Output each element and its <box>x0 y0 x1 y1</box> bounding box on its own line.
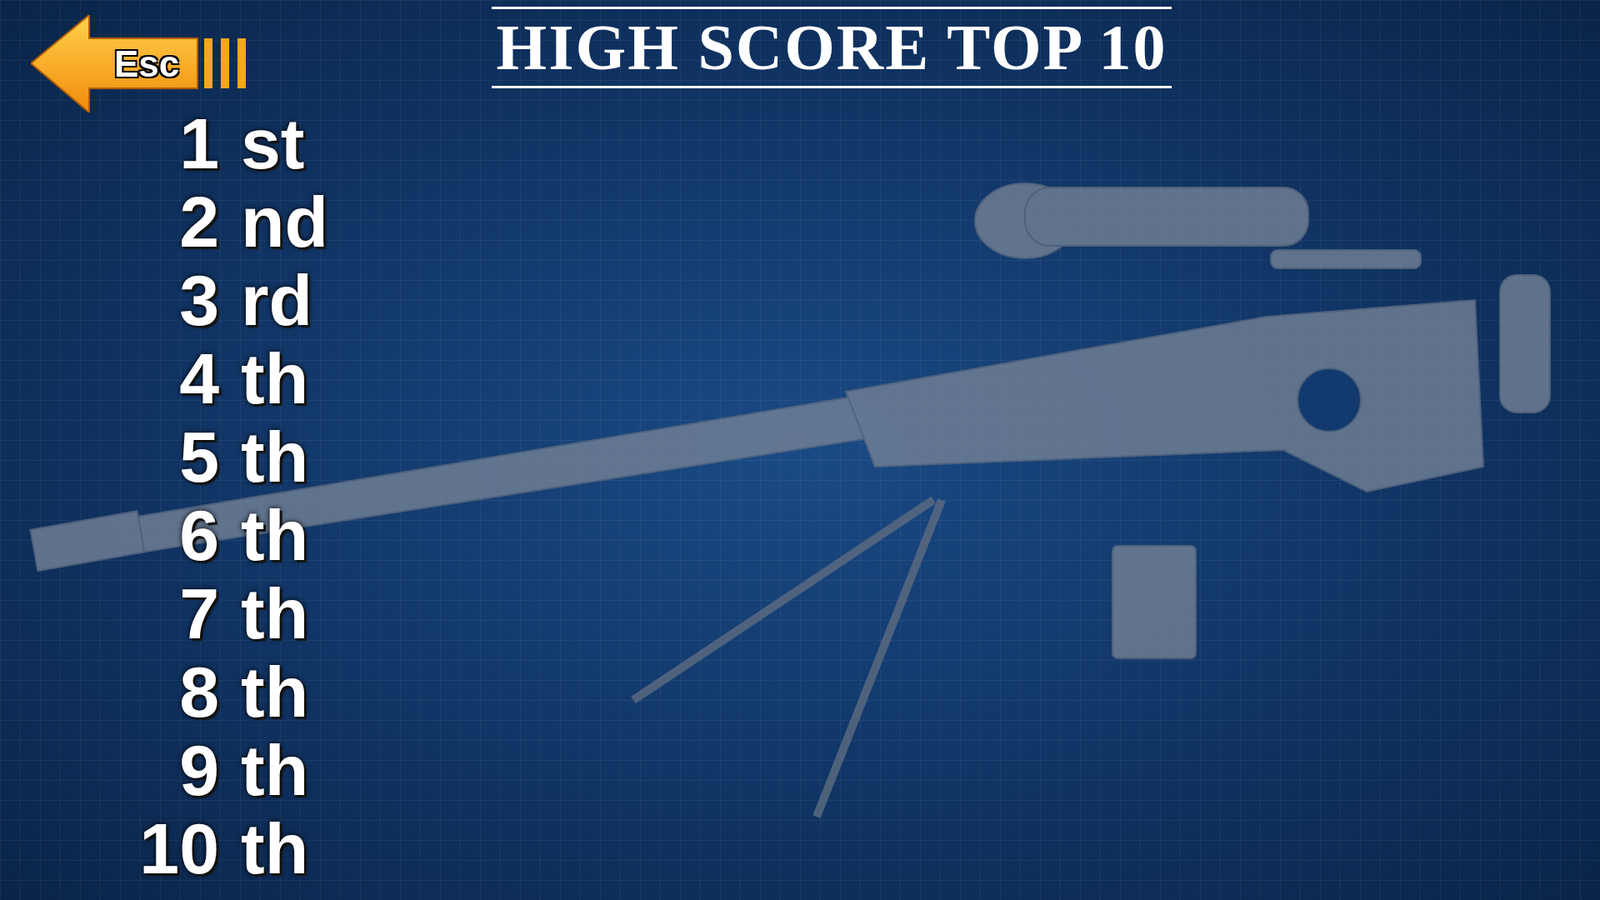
rank-suffix: rd <box>240 260 313 340</box>
page-title: HIGH SCORE TOP 10 <box>496 9 1168 86</box>
rank-row: 2 nd <box>50 182 1600 261</box>
rank-list: 1st2nd3rd4th5th6th7th8th9th10th <box>0 104 1600 888</box>
rank-suffix: th <box>240 809 309 888</box>
rank-row: 5 th <box>50 417 1600 496</box>
back-button[interactable]: Esc <box>30 15 265 113</box>
rank-number: 7 <box>50 574 220 653</box>
rank-row: 3rd <box>50 260 1600 340</box>
title-banner: HIGH SCORE TOP 10 <box>491 6 1173 89</box>
rank-number: 5 <box>50 417 220 496</box>
rank-number: 2 <box>50 182 220 261</box>
rank-suffix: th <box>240 574 309 653</box>
rank-suffix: th <box>240 417 309 496</box>
rank-row: 8 th <box>50 652 1600 731</box>
rank-suffix: st <box>240 104 305 183</box>
rank-suffix: th <box>240 339 309 418</box>
rank-suffix: th <box>240 652 309 731</box>
rank-number: 8 <box>50 652 220 731</box>
back-label: Esc <box>114 43 180 85</box>
rank-number: 4 <box>50 339 220 418</box>
rank-number: 9 <box>50 730 220 810</box>
rank-number: 6 <box>50 495 220 575</box>
blueprint-background-image <box>0 0 1600 900</box>
rank-suffix: th <box>240 730 309 810</box>
rank-number: 10 <box>50 809 220 888</box>
rank-suffix: th <box>240 495 309 575</box>
rank-row: 7 th <box>50 574 1600 653</box>
rank-row: 9th <box>50 730 1600 810</box>
rank-number: 3 <box>50 260 220 340</box>
rank-row: 6th <box>50 495 1600 575</box>
rank-row: 10 th <box>50 809 1600 888</box>
rank-row: 1 st <box>50 104 1600 183</box>
rank-row: 4 th <box>50 339 1600 418</box>
rank-suffix: nd <box>240 182 329 261</box>
rank-number: 1 <box>50 104 220 183</box>
